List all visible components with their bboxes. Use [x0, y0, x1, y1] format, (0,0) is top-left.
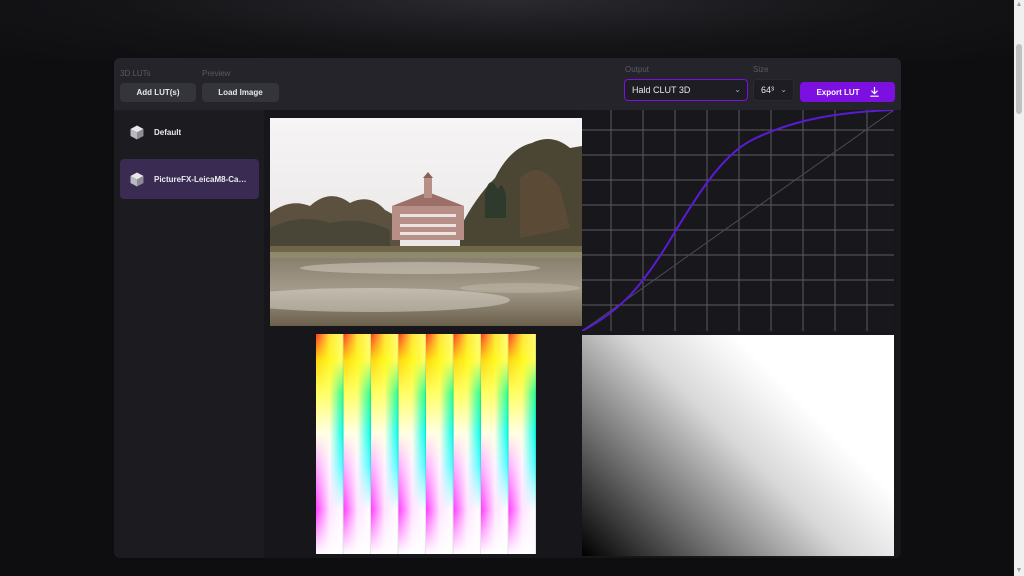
preview-area: [264, 110, 901, 558]
export-lut-label: Export LUT: [816, 87, 860, 97]
hald-clut-preview: [316, 334, 536, 554]
lut-item-label: Default: [154, 127, 182, 137]
scroll-up-icon[interactable]: ▲: [1014, 0, 1024, 10]
size-select-value: 64³: [761, 85, 775, 95]
cube-icon: [130, 125, 144, 139]
background-banner: [0, 0, 1014, 60]
toolbar: 3D LUTs Preview Add LUT(s) Load Image Ou…: [114, 58, 901, 110]
output-label: Output: [625, 65, 650, 74]
lut-editor-panel: 3D LUTs Preview Add LUT(s) Load Image Ou…: [114, 58, 901, 558]
lut-list: Default PictureFX-LeicaM8-Ca…: [114, 110, 264, 558]
size-select[interactable]: 64³ ⌄: [753, 79, 794, 101]
chevron-down-icon: ⌄: [734, 85, 741, 94]
download-icon: [869, 87, 879, 97]
add-luts-button[interactable]: Add LUT(s): [120, 83, 196, 102]
cube-icon: [130, 172, 144, 186]
scroll-down-icon[interactable]: ▼: [1014, 566, 1024, 576]
luts-section-label: 3D LUTs: [120, 69, 151, 78]
preview-image: [270, 118, 582, 326]
output-select-value: Hald CLUT 3D: [632, 85, 691, 95]
gradient-preview: [582, 335, 894, 556]
lut-item-label: PictureFX-LeicaM8-Ca…: [154, 174, 247, 184]
lut-item-default[interactable]: Default: [120, 112, 259, 152]
export-lut-button[interactable]: Export LUT: [800, 82, 895, 102]
preview-section-label: Preview: [202, 69, 231, 78]
size-label: Size: [753, 65, 769, 74]
chevron-down-icon: ⌄: [780, 85, 787, 94]
tone-curve: [582, 110, 894, 331]
lut-item-leica[interactable]: PictureFX-LeicaM8-Ca…: [120, 159, 259, 199]
load-image-button[interactable]: Load Image: [202, 83, 279, 102]
scroll-thumb[interactable]: [1016, 44, 1022, 114]
output-select[interactable]: Hald CLUT 3D ⌄: [624, 79, 748, 101]
page-scrollbar[interactable]: ▲ ▼: [1014, 0, 1024, 576]
